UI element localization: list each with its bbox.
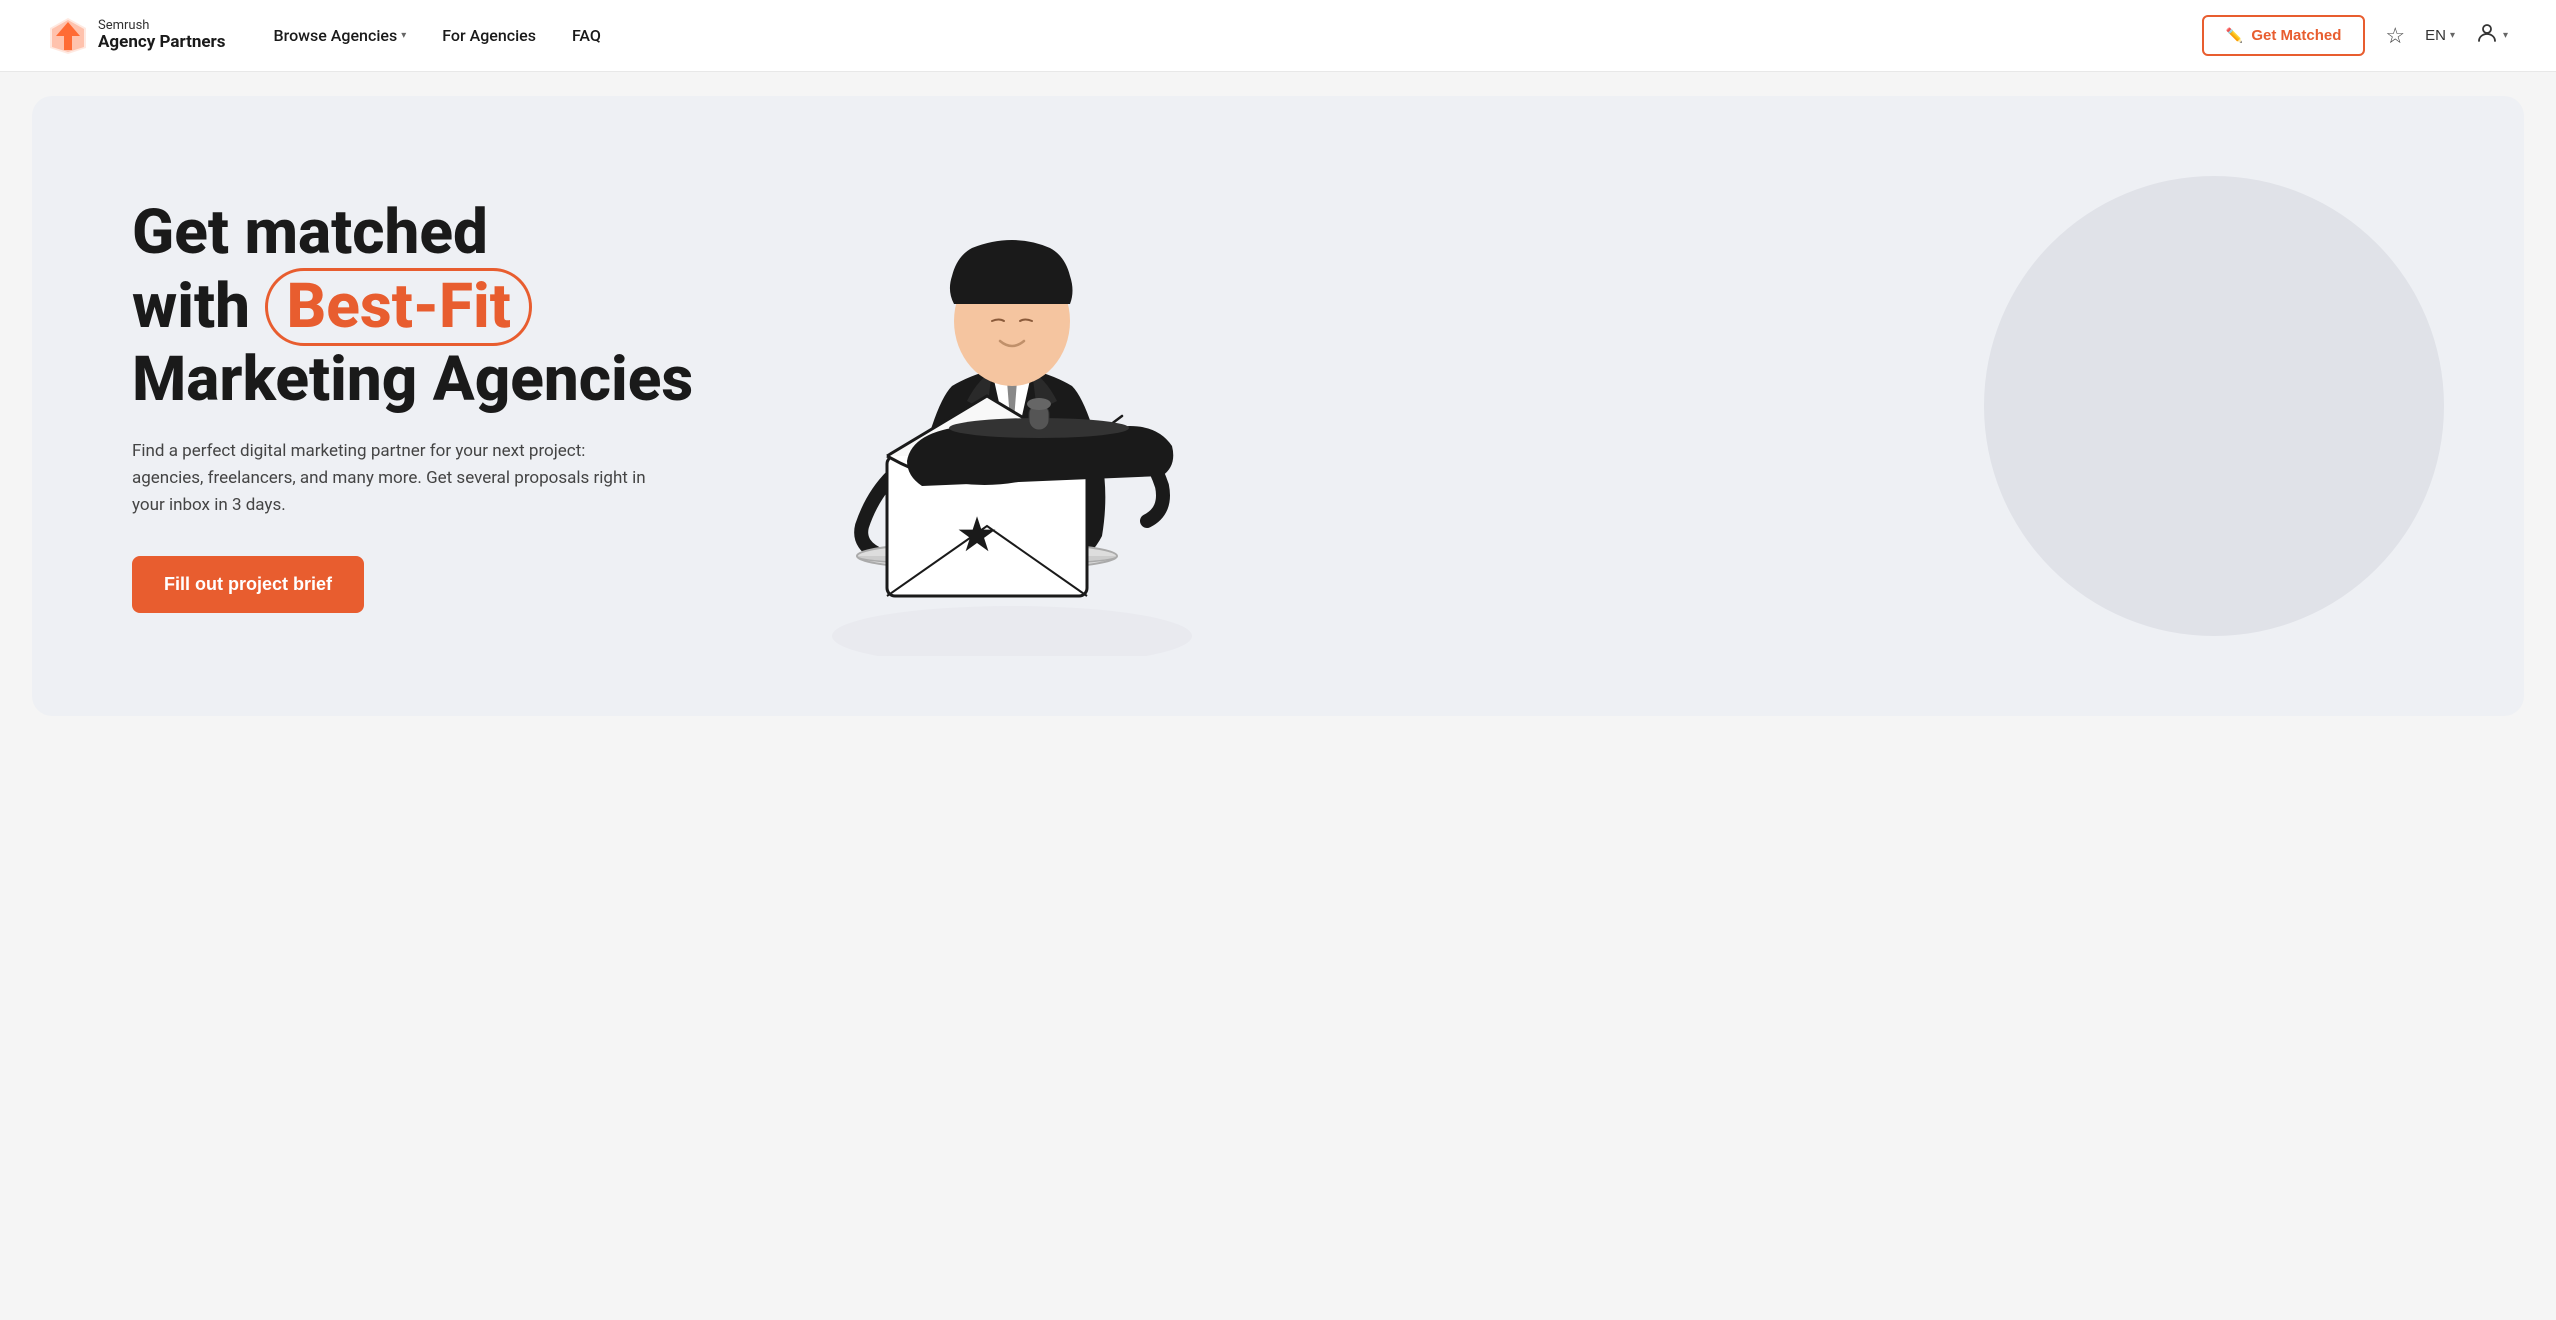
best-fit-badge: Best-Fit [265, 268, 531, 346]
star-icon: ☆ [2385, 23, 2405, 48]
pencil-icon: ✏️ [2226, 27, 2243, 44]
nav-faq[interactable]: FAQ [572, 26, 601, 45]
logo-link[interactable]: Semrush Agency Partners [48, 16, 226, 56]
user-chevron-icon: ▾ [2503, 30, 2508, 41]
fill-brief-button[interactable]: Fill out project brief [132, 556, 364, 613]
hero-illustration-svg: ★ [792, 156, 1232, 656]
get-matched-button[interactable]: ✏️ Get Matched [2202, 15, 2365, 56]
logo-product: Agency Partners [98, 33, 226, 52]
nav-browse-agencies[interactable]: Browse Agencies ▾ [274, 26, 407, 45]
hero-subtitle: Find a perfect digital marketing partner… [132, 438, 652, 520]
semrush-logo-icon [48, 16, 88, 56]
logo-brand: Semrush [98, 19, 226, 33]
browse-agencies-chevron-icon: ▾ [401, 30, 406, 41]
hero-background-circle [1984, 176, 2444, 636]
hero-card: Get matched with Best-Fit Marketing Agen… [32, 96, 2524, 716]
user-account-button[interactable]: ▾ [2475, 21, 2508, 51]
nav-links: Browse Agencies ▾ For Agencies FAQ [274, 26, 2202, 45]
user-icon [2475, 21, 2499, 51]
svg-text:★: ★ [955, 506, 998, 563]
hero-wrapper: Get matched with Best-Fit Marketing Agen… [0, 72, 2556, 748]
hero-illustration: ★ [772, 156, 1252, 656]
language-selector[interactable]: EN ▾ [2425, 27, 2455, 44]
nav-for-agencies[interactable]: For Agencies [442, 26, 536, 45]
navigation: Semrush Agency Partners Browse Agencies … [0, 0, 2556, 72]
hero-content: Get matched with Best-Fit Marketing Agen… [132, 199, 772, 612]
favorites-button[interactable]: ☆ [2385, 23, 2405, 49]
lang-chevron-icon: ▾ [2450, 30, 2455, 41]
logo-text: Semrush Agency Partners [98, 19, 226, 52]
nav-right: ✏️ Get Matched ☆ EN ▾ ▾ [2202, 15, 2508, 56]
hero-title: Get matched with Best-Fit Marketing Agen… [132, 199, 772, 414]
